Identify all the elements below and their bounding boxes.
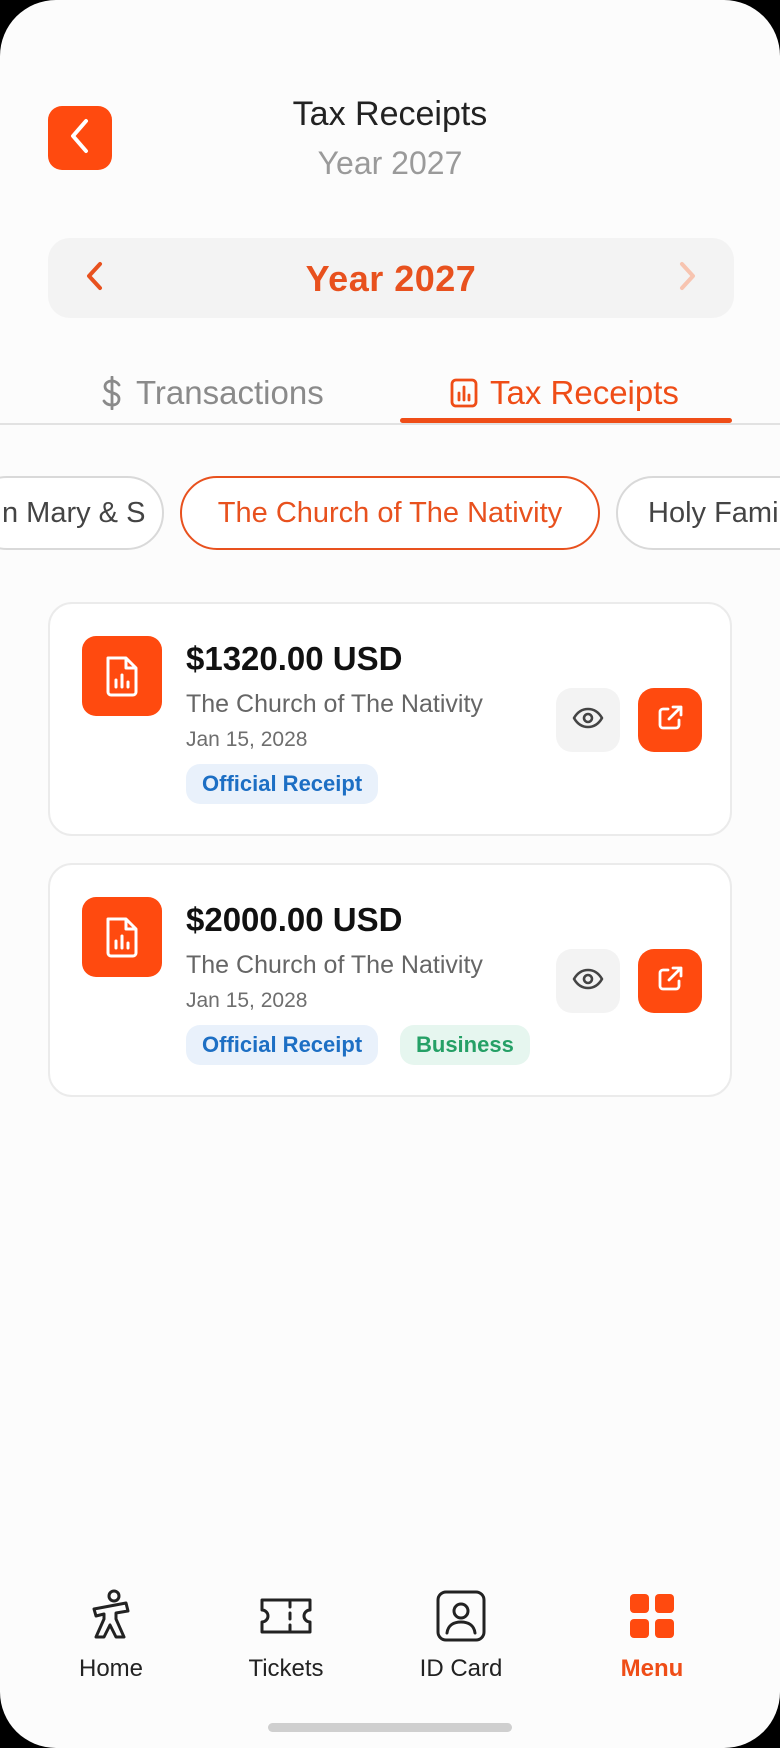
- open-receipt-button[interactable]: [638, 688, 702, 752]
- app-screen: Tax Receipts Year 2027 Year 2027 Transac…: [0, 0, 780, 1748]
- nav-label: Tickets: [248, 1655, 324, 1682]
- chevron-right-icon: [677, 260, 699, 297]
- view-receipt-button[interactable]: [556, 688, 620, 752]
- receipt-organization: The Church of The Nativity: [186, 951, 483, 979]
- next-year-button[interactable]: [666, 256, 710, 300]
- receipt-card[interactable]: $1320.00 USD The Church of The Nativity …: [48, 602, 732, 836]
- business-badge: Business: [400, 1025, 530, 1065]
- external-link-icon: [655, 964, 685, 999]
- nav-home[interactable]: Home: [31, 1585, 191, 1683]
- page-title: Tax Receipts: [292, 95, 488, 133]
- eye-icon: [572, 968, 604, 995]
- home-icon: [31, 1585, 191, 1647]
- external-link-icon: [655, 703, 685, 738]
- view-receipt-button[interactable]: [556, 949, 620, 1013]
- organization-chip-selected[interactable]: The Church of The Nativity: [180, 476, 600, 550]
- official-receipt-badge: Official Receipt: [186, 764, 379, 804]
- receipt-organization: The Church of The Nativity: [186, 690, 483, 718]
- dollar-icon: [100, 376, 124, 410]
- year-label: Year 2027: [305, 258, 477, 299]
- tab-label: Transactions: [136, 374, 324, 411]
- grid-menu-icon: [572, 1585, 732, 1647]
- report-icon: [450, 378, 478, 408]
- official-receipt-badge: Official Receipt: [186, 1025, 379, 1065]
- document-chart-icon: [82, 897, 162, 977]
- home-indicator: [268, 1723, 512, 1732]
- tab-tax-receipts[interactable]: Tax Receipts: [450, 363, 679, 423]
- tab-bar: Transactions Tax Receipts: [0, 355, 780, 425]
- organization-chip[interactable]: n Mary & S: [0, 476, 164, 550]
- ticket-icon: [206, 1585, 366, 1647]
- chip-label: The Church of The Nativity: [217, 496, 563, 529]
- year-selector: Year 2027: [48, 238, 734, 318]
- open-receipt-button[interactable]: [638, 949, 702, 1013]
- receipt-card[interactable]: $2000.00 USD The Church of The Nativity …: [48, 863, 732, 1097]
- page-subtitle: Year 2027: [317, 145, 463, 181]
- chip-label: Holy Fami: [648, 496, 779, 529]
- nav-id-card[interactable]: ID Card: [381, 1585, 541, 1683]
- nav-menu[interactable]: Menu: [572, 1585, 732, 1683]
- receipt-amount: $1320.00 USD: [186, 640, 403, 677]
- chip-label: n Mary & S: [2, 496, 146, 529]
- nav-label: Menu: [620, 1655, 684, 1682]
- tab-transactions[interactable]: Transactions: [100, 363, 324, 423]
- nav-tickets[interactable]: Tickets: [206, 1585, 366, 1683]
- document-chart-icon: [82, 636, 162, 716]
- active-tab-indicator: [400, 418, 732, 423]
- receipt-amount: $2000.00 USD: [186, 901, 403, 938]
- eye-icon: [572, 707, 604, 734]
- receipt-date: Jan 15, 2028: [186, 728, 308, 751]
- tab-label: Tax Receipts: [490, 374, 679, 411]
- receipt-date: Jan 15, 2028: [186, 989, 308, 1012]
- organization-chip[interactable]: Holy Fami: [616, 476, 780, 550]
- id-card-icon: [381, 1585, 541, 1647]
- nav-label: Home: [78, 1655, 144, 1682]
- nav-label: ID Card: [419, 1655, 503, 1682]
